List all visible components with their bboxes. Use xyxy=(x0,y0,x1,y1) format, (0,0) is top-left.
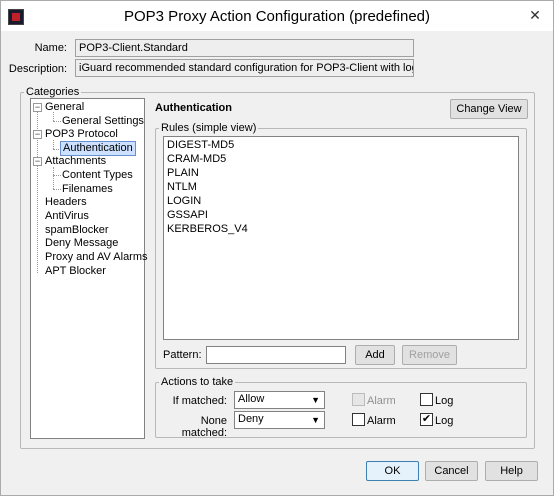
none-matched-alarm-label: Alarm xyxy=(367,415,396,427)
tree-item-attachments[interactable]: Attachments xyxy=(45,155,106,168)
categories-title: Categories xyxy=(24,86,82,98)
description-label: Description: xyxy=(8,63,67,75)
if-matched-log-checkbox[interactable] xyxy=(420,393,433,406)
tree-connector xyxy=(53,175,61,176)
category-tree: − General General Settings − POP3 Protoc… xyxy=(30,98,148,439)
if-matched-label: If matched: xyxy=(172,395,227,407)
list-item[interactable]: CRAM-MD5 xyxy=(167,153,226,166)
tree-item-spamblocker[interactable]: spamBlocker xyxy=(45,224,109,237)
rules-title: Rules (simple view) xyxy=(159,122,259,134)
tree-item-proxy-av-alarms[interactable]: Proxy and AV Alarms xyxy=(45,251,148,264)
collapse-icon[interactable]: − xyxy=(33,157,42,166)
tree-connector xyxy=(53,189,61,190)
close-icon: ✕ xyxy=(529,7,541,23)
checkmark-icon: ✔ xyxy=(421,413,432,425)
if-matched-alarm-label: Alarm xyxy=(367,395,396,407)
tree-item-apt-blocker[interactable]: APT Blocker xyxy=(45,265,106,278)
tree-connector xyxy=(53,140,54,149)
pattern-label: Pattern: xyxy=(163,349,202,361)
cancel-button[interactable]: Cancel xyxy=(425,461,478,481)
tree-item-antivirus[interactable]: AntiVirus xyxy=(45,210,89,223)
tree-item-headers[interactable]: Headers xyxy=(45,196,87,209)
tree-connector xyxy=(53,121,61,122)
collapse-icon[interactable]: − xyxy=(33,103,42,112)
pattern-input[interactable] xyxy=(206,346,346,364)
none-matched-alarm-checkbox[interactable] xyxy=(352,413,365,426)
dialog-window: POP3 Proxy Action Configuration (predefi… xyxy=(0,0,554,496)
chevron-down-icon: ▼ xyxy=(311,415,320,425)
rules-list: DIGEST-MD5 CRAM-MD5 PLAIN NTLM LOGIN GSS… xyxy=(163,136,519,340)
none-matched-select[interactable]: Deny ▼ xyxy=(234,411,325,429)
collapse-icon[interactable]: − xyxy=(33,130,42,139)
if-matched-alarm-checkbox[interactable] xyxy=(352,393,365,406)
if-matched-log-label: Log xyxy=(435,395,454,407)
none-matched-label: None matched: xyxy=(181,415,227,439)
list-item[interactable]: KERBEROS_V4 xyxy=(167,223,248,236)
list-item[interactable]: GSSAPI xyxy=(167,209,208,222)
list-item[interactable]: LOGIN xyxy=(167,195,201,208)
none-matched-log-label: Log xyxy=(435,415,454,427)
close-button[interactable]: ✕ xyxy=(523,5,547,25)
tree-item-content-types[interactable]: Content Types xyxy=(62,169,133,182)
list-item[interactable]: DIGEST-MD5 xyxy=(167,139,234,152)
actions-title: Actions to take xyxy=(159,376,236,388)
remove-button[interactable]: Remove xyxy=(402,345,457,365)
tree-item-pop3-protocol[interactable]: POP3 Protocol xyxy=(45,128,118,141)
name-field[interactable]: POP3-Client.Standard xyxy=(75,39,414,57)
none-matched-log-checkbox[interactable]: ✔ xyxy=(420,413,433,426)
description-field[interactable]: iGuard recommended standard configuratio… xyxy=(75,59,414,77)
list-item[interactable]: PLAIN xyxy=(167,167,199,180)
add-button[interactable]: Add xyxy=(355,345,395,365)
tree-item-general[interactable]: General xyxy=(45,101,84,114)
if-matched-select[interactable]: Allow ▼ xyxy=(234,391,325,409)
name-label: Name: xyxy=(34,42,67,54)
tree-item-authentication[interactable]: Authentication xyxy=(60,141,136,156)
help-button[interactable]: Help xyxy=(485,461,538,481)
list-item[interactable]: NTLM xyxy=(167,181,197,194)
panel-title: Authentication xyxy=(155,102,232,114)
window-title: POP3 Proxy Action Configuration (predefi… xyxy=(124,8,430,25)
tree-connector xyxy=(53,167,54,189)
none-matched-value: Deny xyxy=(238,413,264,425)
if-matched-value: Allow xyxy=(238,393,265,405)
title-bar: POP3 Proxy Action Configuration (predefi… xyxy=(1,1,553,31)
tree-item-filenames[interactable]: Filenames xyxy=(62,183,113,196)
ok-button[interactable]: OK xyxy=(366,461,419,481)
chevron-down-icon: ▼ xyxy=(311,395,320,405)
tree-item-general-settings[interactable]: General Settings xyxy=(62,115,144,128)
tree-item-deny-message[interactable]: Deny Message xyxy=(45,237,118,250)
change-view-button[interactable]: Change View xyxy=(450,99,528,119)
